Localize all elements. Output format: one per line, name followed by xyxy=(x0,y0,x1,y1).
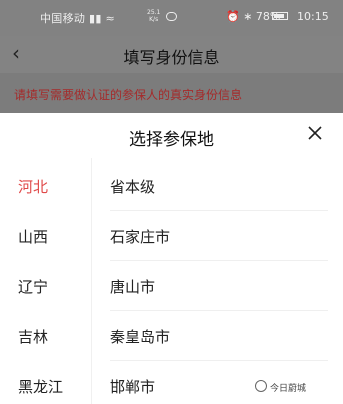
province-item-jilin[interactable]: 吉林 xyxy=(18,326,48,347)
net-speed-unit: K/s xyxy=(149,16,159,23)
bluetooth-icon: ∗ xyxy=(243,10,253,23)
carrier-name: 中国移动 xyxy=(40,12,86,25)
city-item[interactable]: 省本级 xyxy=(110,176,155,197)
province-item-heilongjiang[interactable]: 黑龙江 xyxy=(18,376,63,397)
signal-icon: ▮▮ xyxy=(89,12,102,25)
carrier-label: 中国移动 ▮▮ ≈ xyxy=(40,10,115,26)
province-item-shanxi[interactable]: 山西 xyxy=(18,226,48,247)
city-item[interactable]: 邯郸市 xyxy=(110,376,155,397)
city-divider xyxy=(110,210,328,211)
city-divider xyxy=(110,310,328,311)
close-icon[interactable] xyxy=(306,124,324,142)
chat-icon xyxy=(166,12,177,21)
province-item-hebei[interactable]: 河北 xyxy=(18,176,48,197)
city-item[interactable]: 石家庄市 xyxy=(110,226,170,247)
net-speed-value: 25.1 xyxy=(147,9,161,16)
watermark-text: 今日蔚城 xyxy=(270,384,307,394)
hint-text: 请填写需要做认证的参保人的真实身份信息 xyxy=(14,88,243,102)
column-divider xyxy=(91,158,92,404)
city-item[interactable]: 秦皇岛市 xyxy=(110,326,170,347)
status-time: 10:15 xyxy=(297,10,329,23)
wifi-icon: ≈ xyxy=(105,12,116,25)
province-item-liaoning[interactable]: 辽宁 xyxy=(18,276,48,297)
page-title: 填写身份信息 xyxy=(123,48,220,67)
watermark-icon xyxy=(255,380,267,392)
alarm-icon: ⏰ xyxy=(226,10,240,23)
battery-icon xyxy=(272,12,288,20)
picker-title: 选择参保地 xyxy=(129,130,214,150)
net-speed: 25.1 K/s xyxy=(147,9,160,23)
city-divider xyxy=(110,360,328,361)
city-divider xyxy=(110,260,328,261)
city-item[interactable]: 唐山市 xyxy=(110,276,155,297)
